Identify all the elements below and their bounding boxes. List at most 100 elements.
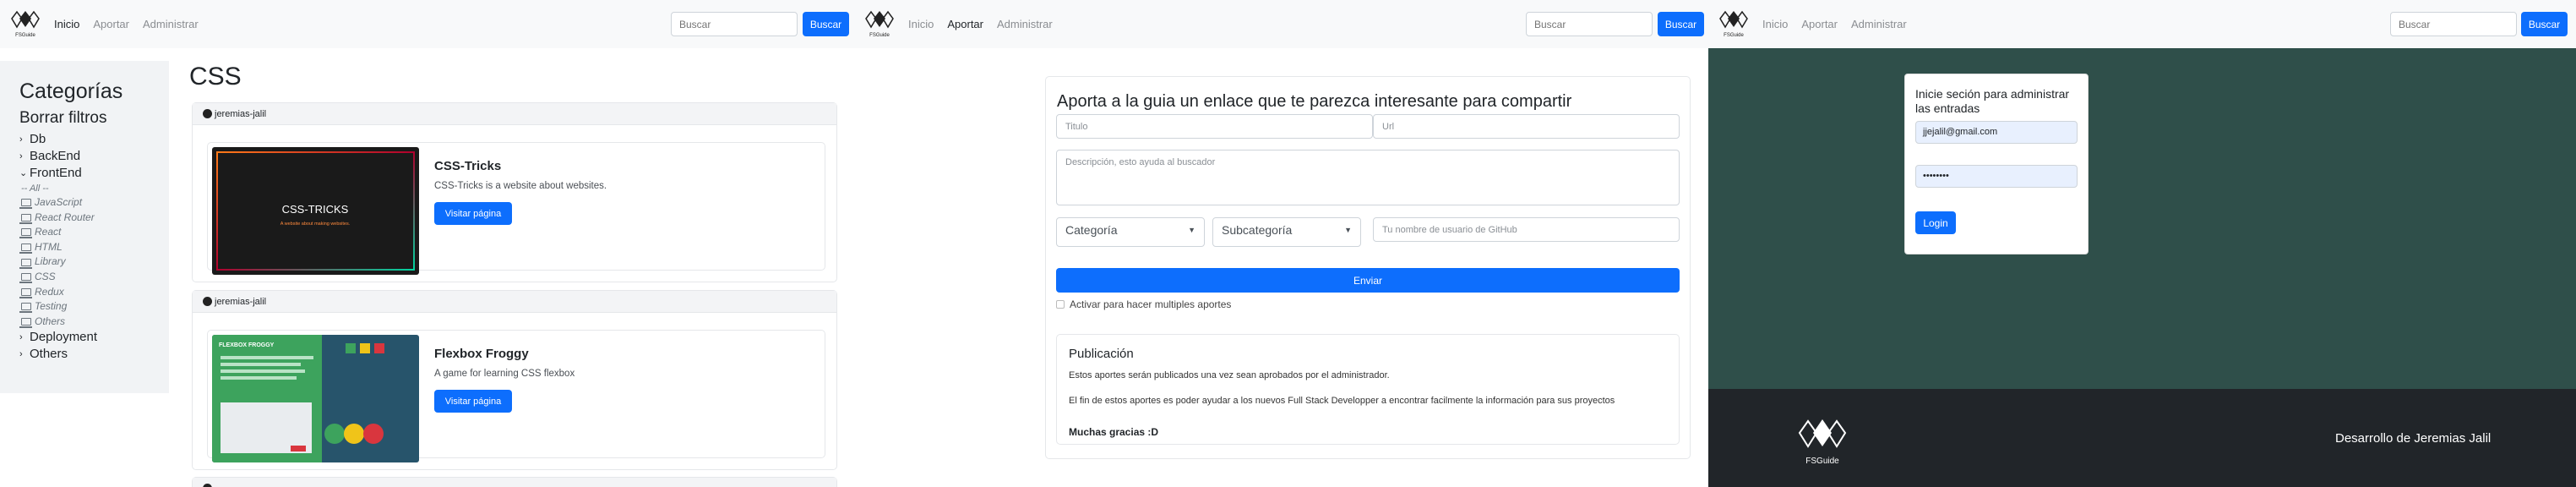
contribute-panel: FSGuide Inicio Aportar Administrar Busca… [854,0,1708,487]
subcategory-item[interactable]: React [19,225,169,240]
multiple-label: Activar para hacer multiples aportes [1070,298,1232,310]
clear-filters-link[interactable]: Borrar filtros [19,109,169,128]
fsguide-logo[interactable]: FSGuide [864,8,895,41]
footer: FSGuide Desarrollo de Jeremias Jalil [1708,389,2576,487]
chevron-down-icon: ▼ [1188,226,1195,234]
url-input[interactable]: Url [1373,114,1680,139]
publication-thanks: Muchas gracias :D [1069,426,1159,438]
subcategory-item[interactable]: HTML [19,240,169,255]
category-db[interactable]: › Db [19,131,169,148]
laptop-icon [19,258,32,269]
chevron-right-icon: › [19,332,23,343]
search-button[interactable]: Buscar [1658,12,1704,36]
search-button[interactable]: Buscar [2521,12,2568,36]
search-input[interactable] [2390,12,2517,36]
nav-inicio[interactable]: Inicio [908,18,934,30]
subcategory-item[interactable]: JavaScript [19,195,169,211]
password-field[interactable]: •••••••• [1915,165,2078,188]
chevron-right-icon: › [19,151,23,161]
nav-administrar[interactable]: Administrar [1851,18,1907,30]
thumbnail-graphic: FLEXBOX FROGGY [212,335,384,462]
login-card: Inicie seción para administrar las entra… [1904,74,2089,254]
nav-links: Inicio Aportar Administrar [1762,18,1907,30]
subcategory-item[interactable]: Redux [19,285,169,300]
resource-card: jeremias-jalil FLEXBOX FROGGY Flexbox Fr… [192,290,837,470]
flexbox-froggy-thumbnail: FLEXBOX FROGGY [212,335,419,462]
title-input[interactable]: Titulo [1056,114,1373,139]
author-name: jeremias-jalil [215,108,267,119]
subcategory-item[interactable]: Library [19,254,169,270]
search-input[interactable] [671,12,798,36]
email-field[interactable]: jjejalil@gmail.com [1915,121,2078,144]
resource-card: jeremias-jalil CSS-TRICKS A website abou… [192,102,837,282]
admin-login-panel: FSGuide Inicio Aportar Administrar Busca… [1708,0,2576,487]
card-header: jeremias-jalil [193,291,836,313]
svg-text:FSGuide: FSGuide [1805,457,1839,466]
chevron-right-icon: › [19,349,23,360]
nav-aportar[interactable]: Aportar [1801,18,1838,30]
subcategory-select[interactable]: Subcategoría ▼ [1212,217,1361,247]
github-icon [203,297,212,306]
visit-page-button[interactable]: Visitar página [434,202,512,225]
laptop-icon [19,318,32,329]
page-title: CSS [189,63,242,90]
item-description: CSS-Tricks is a website about websites. [434,181,607,191]
nav-aportar[interactable]: Aportar [947,18,983,30]
publication-title: Publicación [1069,347,1134,361]
github-username-input[interactable]: Tu nombre de usuario de GitHub [1373,217,1680,242]
subcategory-item[interactable]: React Router [19,211,169,226]
category-backend[interactable]: › BackEnd [19,148,169,165]
search-input[interactable] [1526,12,1653,36]
laptop-icon [19,287,32,298]
description-textarea[interactable]: Descripción, esto ayuda al buscador [1056,150,1680,205]
category-deployment[interactable]: › Deployment [19,329,169,346]
category-others[interactable]: › Others [19,346,169,363]
categories-panel: FSGuide Inicio Aportar Administrar Busca… [0,0,854,487]
navbar: FSGuide Inicio Aportar Administrar Busca… [1708,0,2576,48]
subcategory-item[interactable]: CSS [19,270,169,285]
svg-text:FSGuide: FSGuide [15,33,35,38]
nav-administrar[interactable]: Administrar [997,18,1053,30]
svg-text:FSGuide: FSGuide [1724,33,1744,38]
category-frontend[interactable]: ⌄ FrontEnd [19,165,169,182]
login-background [1708,48,2576,389]
login-button[interactable]: Login [1915,211,1956,234]
nav-links: Inicio Aportar Administrar [908,18,1053,30]
category-sidebar: Categorías Borrar filtros › Db › BackEnd ⌄… [0,61,169,393]
fsguide-logo[interactable]: FSGuide [1718,8,1749,41]
nav-aportar[interactable]: Aportar [93,18,129,30]
laptop-icon [19,244,32,254]
subcategory-all[interactable]: -- All -- [21,182,169,195]
nav-administrar[interactable]: Administrar [143,18,199,30]
search-button[interactable]: Buscar [803,12,849,36]
nav-inicio[interactable]: Inicio [1762,18,1788,30]
css-tricks-thumbnail: CSS-TRICKS A website about making websit… [212,147,419,275]
fsguide-logo[interactable]: FSGuide [10,8,41,41]
item-title: Flexbox Froggy [434,347,529,361]
publication-line: El fin de estos aportes es poder ayudar … [1069,396,1615,406]
thumbnail-graphic: CSS-TRICKS A website about making websit… [216,151,415,271]
navbar: FSGuide Inicio Aportar Administrar Busca… [854,0,1708,48]
nav-inicio[interactable]: Inicio [54,18,79,30]
card-header [193,478,836,487]
category-select[interactable]: Categoría ▼ [1056,217,1205,247]
visit-page-button[interactable]: Visitar página [434,390,512,413]
chevron-down-icon: ⌄ [19,168,28,178]
laptop-icon [19,199,32,210]
svg-text:FSGuide: FSGuide [869,33,890,38]
svg-text:A website about making website: A website about making websites. [280,222,351,227]
submit-button[interactable]: Enviar [1056,268,1680,293]
chevron-down-icon: ▼ [1344,226,1352,234]
form-title: Aporta a la guia un enlace que te parezc… [1057,92,1572,111]
chevron-right-icon: › [19,134,23,145]
subcategory-item[interactable]: Others [19,315,169,330]
publication-info: Publicación Estos aportes serán publicad… [1056,334,1680,445]
multiple-checkbox[interactable] [1056,300,1065,309]
item-description: A game for learning CSS flexbox [434,369,575,379]
contribute-form: Aporta a la guia un enlace que te parezc… [1045,76,1691,459]
card-body: FLEXBOX FROGGY Flexbox Froggy A game for [207,330,825,462]
item-title: CSS-Tricks [434,159,502,173]
subcategory-item[interactable]: Testing [19,299,169,315]
svg-text:FLEXBOX FROGGY: FLEXBOX FROGGY [219,342,275,348]
author-name: jeremias-jalil [215,296,267,307]
